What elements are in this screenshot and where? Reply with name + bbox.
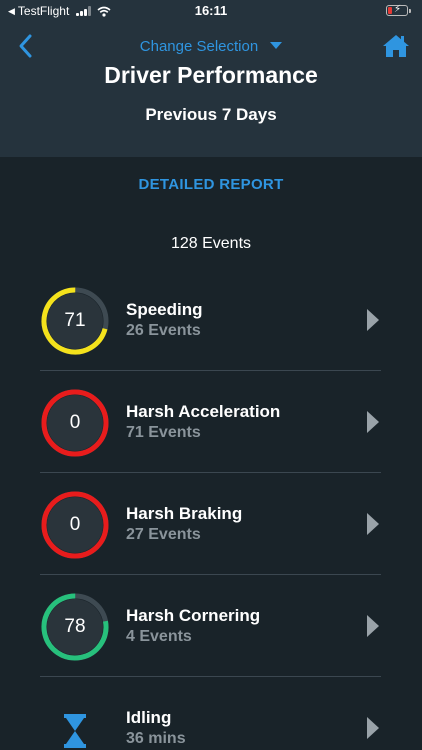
score-value: 78 <box>64 616 86 637</box>
category-name: Harsh Acceleration <box>126 402 281 421</box>
header: ◀ TestFlight 16:11 ⚡ Change Selection Dr… <box>0 0 422 157</box>
change-selection-label: Change Selection <box>139 38 259 55</box>
category-row-speeding[interactable]: 71 Speeding 26 Events <box>0 270 422 372</box>
detailed-report-link[interactable]: DETAILED REPORT <box>0 176 422 193</box>
row-divider <box>40 472 381 473</box>
category-count: 71 Events <box>126 424 201 441</box>
category-count: 26 Events <box>126 322 201 339</box>
period-label: Previous 7 Days <box>145 105 277 124</box>
hourglass-icon <box>64 714 86 748</box>
category-name: Harsh Cornering <box>126 606 261 625</box>
score-value: 0 <box>69 412 81 433</box>
page-title: Driver Performance <box>104 62 318 88</box>
category-count: 36 mins <box>126 730 186 747</box>
score-value: 0 <box>69 514 81 535</box>
status-time: 16:11 <box>194 3 228 18</box>
status-bar: ◀ TestFlight 16:11 ⚡ <box>0 0 422 22</box>
row-divider <box>40 574 381 575</box>
category-count: 27 Events <box>126 526 201 543</box>
chevron-right-icon[interactable] <box>367 615 379 637</box>
category-count: 4 Events <box>126 628 192 645</box>
category-name: Speeding <box>126 300 203 319</box>
category-row-idling[interactable]: Idling 36 mins <box>0 678 422 750</box>
total-events: 128 Events <box>170 235 252 252</box>
score-gauge: 78 <box>40 592 110 662</box>
category-row-harsh-cornering[interactable]: 78 Harsh Cornering 4 Events <box>0 576 422 678</box>
row-divider <box>40 676 381 677</box>
score-value: 71 <box>64 310 86 331</box>
score-gauge: 71 <box>40 286 110 356</box>
caret-down-icon <box>270 42 283 49</box>
chevron-right-icon[interactable] <box>367 513 379 535</box>
category-name: Idling <box>126 708 172 727</box>
score-gauge: 0 <box>40 388 110 458</box>
chevron-right-icon[interactable] <box>367 411 379 433</box>
battery-icon: ⚡ <box>386 4 411 16</box>
change-selection-dropdown[interactable]: Change Selection <box>0 38 422 55</box>
category-row-harsh-braking[interactable]: 0 Harsh Braking 27 Events <box>0 474 422 576</box>
score-gauge: 0 <box>40 490 110 560</box>
home-icon[interactable] <box>382 33 410 59</box>
category-row-harsh-acceleration[interactable]: 0 Harsh Acceleration 71 Events <box>0 372 422 474</box>
chevron-right-icon[interactable] <box>367 309 379 331</box>
chevron-right-icon[interactable] <box>367 717 379 739</box>
category-name: Harsh Braking <box>126 504 243 523</box>
row-divider <box>40 370 381 371</box>
